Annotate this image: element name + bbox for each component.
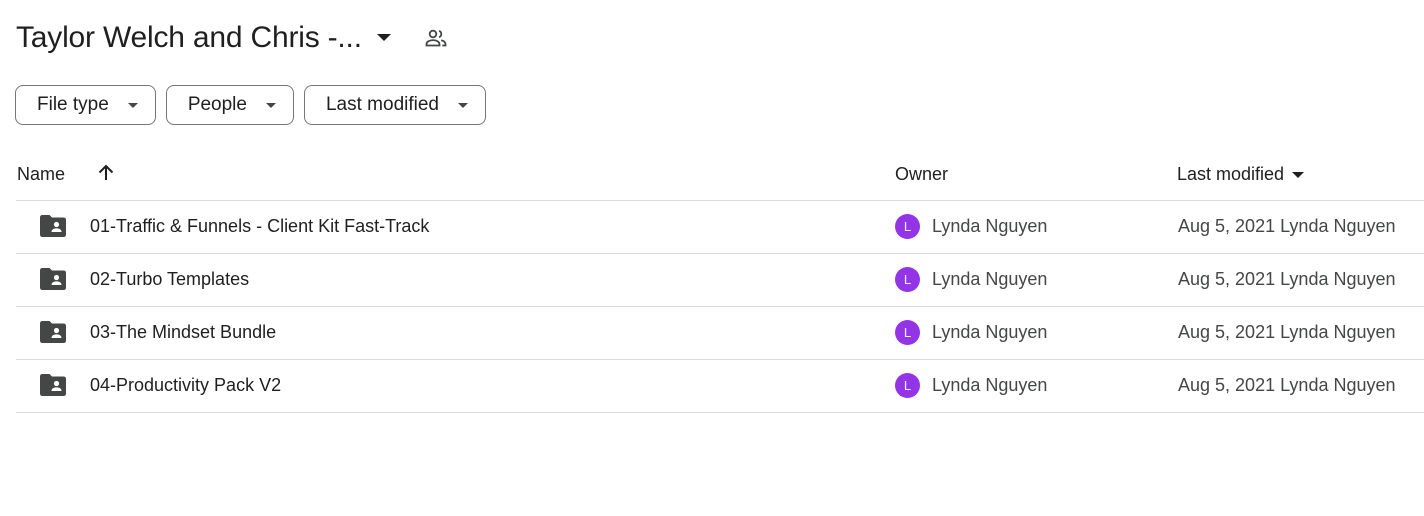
column-header-owner: Owner xyxy=(895,164,949,184)
shared-folder-icon xyxy=(40,374,66,396)
filter-chips: File type People Last modified xyxy=(15,85,486,125)
table-row[interactable]: 03-The Mindset Bundle L Lynda Nguyen Aug… xyxy=(16,307,1424,360)
table-header: Name Owner Last modified xyxy=(16,150,1424,201)
folder-title[interactable]: Taylor Welch and Chris -... xyxy=(16,21,362,55)
chip-label: People xyxy=(187,94,247,115)
caret-down-icon xyxy=(127,99,139,111)
table-row[interactable]: 02-Turbo Templates L Lynda Nguyen Aug 5,… xyxy=(16,254,1424,307)
caret-down-icon[interactable] xyxy=(372,26,396,50)
last-modified-value: Aug 5, 2021 Lynda Nguyen xyxy=(1178,269,1396,289)
file-name: 03-The Mindset Bundle xyxy=(90,322,277,342)
owner-name: Lynda Nguyen xyxy=(932,216,1048,236)
caret-down-icon xyxy=(265,99,277,111)
last-modified-filter[interactable]: Last modified xyxy=(303,85,486,125)
file-type-filter[interactable]: File type xyxy=(15,85,156,125)
people-icon[interactable] xyxy=(422,24,450,52)
owner-avatar: L xyxy=(895,267,920,292)
shared-folder-icon xyxy=(40,215,66,237)
column-header-last-modified[interactable]: Last modified xyxy=(1177,164,1305,185)
file-list: 01-Traffic & Funnels - Client Kit Fast-T… xyxy=(16,201,1424,413)
owner-name: Lynda Nguyen xyxy=(932,322,1048,342)
last-modified-value: Aug 5, 2021 Lynda Nguyen xyxy=(1178,375,1396,395)
owner-avatar: L xyxy=(895,320,920,345)
caret-down-icon xyxy=(457,99,469,111)
people-filter[interactable]: People xyxy=(165,85,294,125)
column-header-name[interactable]: Name xyxy=(17,164,65,185)
shared-folder-icon xyxy=(40,268,66,290)
chip-label: File type xyxy=(37,94,109,115)
file-name: 02-Turbo Templates xyxy=(90,269,250,289)
owner-avatar: L xyxy=(895,373,920,398)
chip-label: Last modified xyxy=(325,94,439,115)
file-name: 04-Productivity Pack V2 xyxy=(90,375,282,395)
owner-avatar: L xyxy=(895,214,920,239)
shared-folder-icon xyxy=(40,321,66,343)
file-name: 01-Traffic & Funnels - Client Kit Fast-T… xyxy=(90,216,430,236)
owner-name: Lynda Nguyen xyxy=(932,375,1048,395)
owner-name: Lynda Nguyen xyxy=(932,269,1048,289)
drive-folder-view: Taylor Welch and Chris -... File type Pe… xyxy=(0,0,1424,516)
column-header-label: Last modified xyxy=(1177,164,1285,184)
caret-down-icon xyxy=(1292,169,1305,181)
folder-title-bar: Taylor Welch and Chris -... xyxy=(16,14,450,62)
last-modified-value: Aug 5, 2021 Lynda Nguyen xyxy=(1178,322,1396,342)
table-row[interactable]: 04-Productivity Pack V2 L Lynda Nguyen A… xyxy=(16,360,1424,413)
table-row[interactable]: 01-Traffic & Funnels - Client Kit Fast-T… xyxy=(16,201,1424,254)
last-modified-value: Aug 5, 2021 Lynda Nguyen xyxy=(1178,216,1396,236)
arrow-up-icon[interactable] xyxy=(96,163,116,183)
